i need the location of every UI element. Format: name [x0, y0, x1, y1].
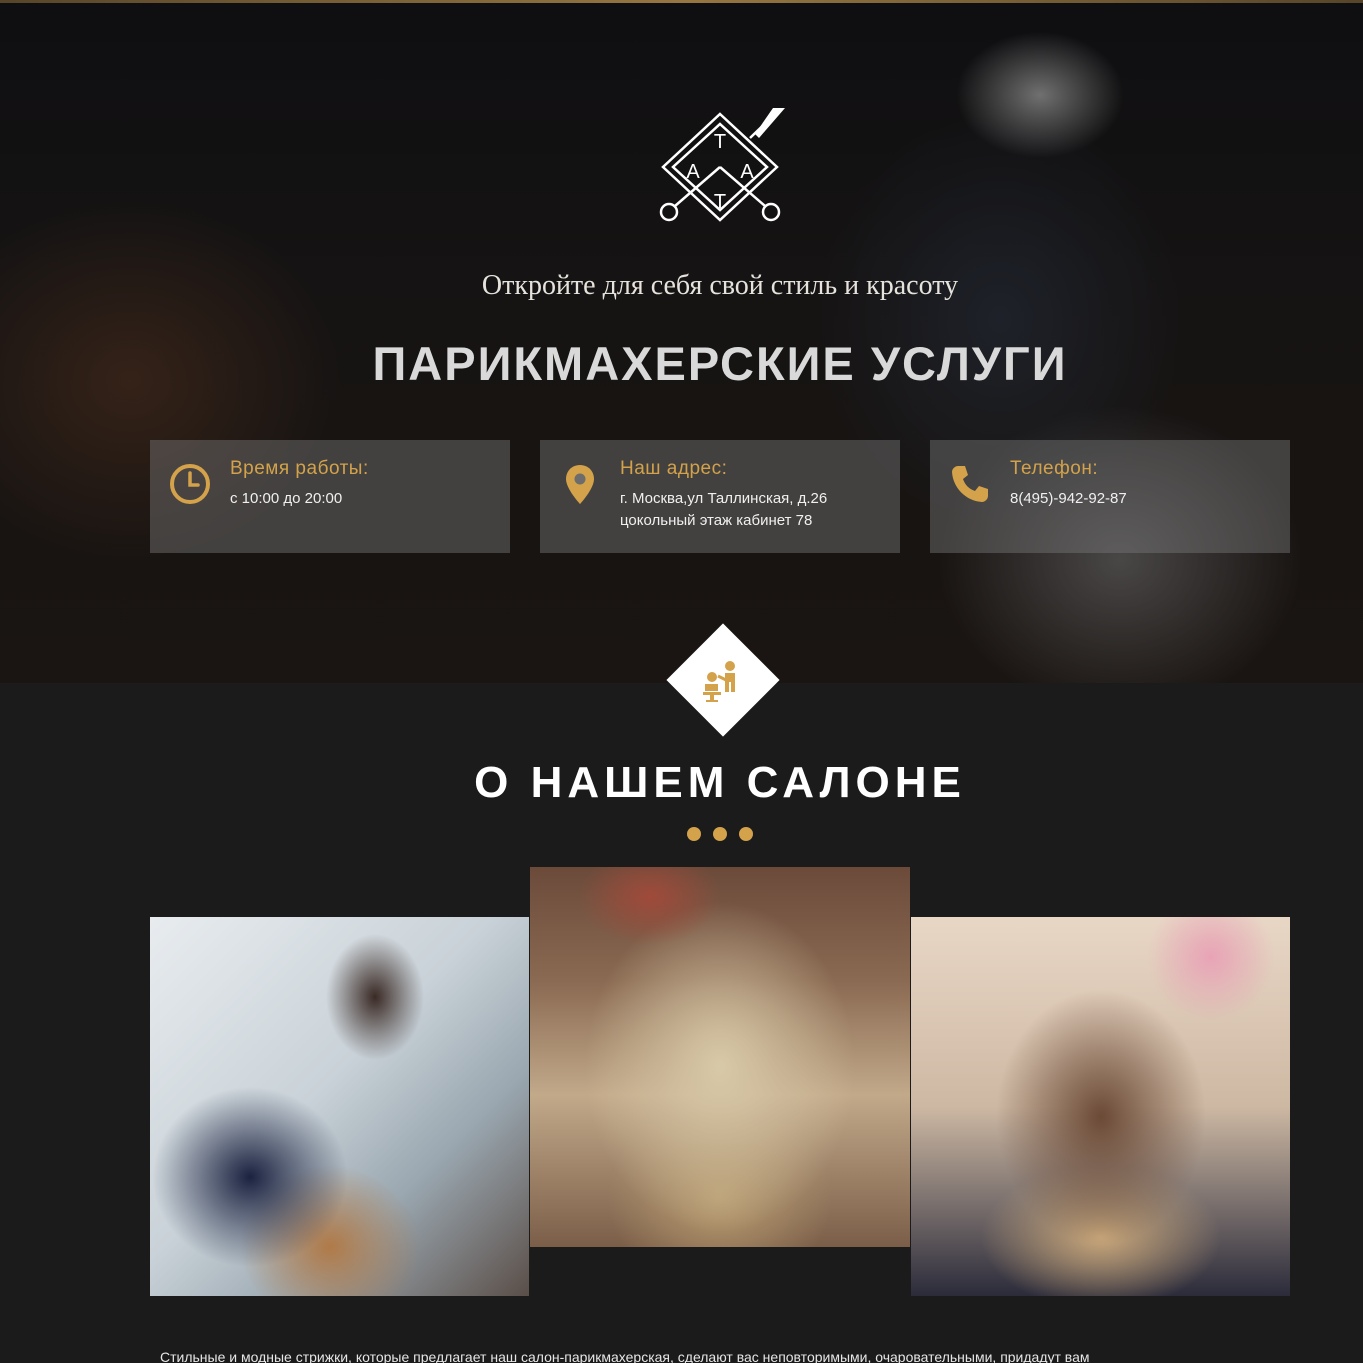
logo-letter-bottom: Т	[714, 191, 726, 213]
info-box-phone: Телефон: 8(495)-942-92-87	[930, 440, 1290, 553]
clock-icon	[170, 464, 210, 504]
divider-dot	[713, 827, 727, 841]
logo-letter-right: А	[740, 161, 754, 183]
logo-letter-left: А	[686, 161, 700, 183]
info-text-address: г. Москва,ул Таллинская, д.26 цокольный …	[620, 488, 827, 532]
info-text-hours: с 10:00 до 20:00	[230, 488, 342, 510]
title-divider-dots	[687, 827, 757, 843]
info-text-phone[interactable]: 8(495)-942-92-87	[1010, 488, 1127, 510]
logo-letter-top: Т	[714, 131, 726, 153]
phone-icon	[952, 466, 988, 502]
divider-dot	[739, 827, 753, 841]
about-section-title: О НАШЕМ САЛОНЕ	[474, 758, 966, 807]
info-line: цокольный этаж кабинет 78	[620, 512, 813, 529]
info-line: с 10:00 до 20:00	[230, 490, 343, 507]
top-accent-line	[0, 0, 1363, 3]
hero-tagline: Откройте для себя свой стиль и красоту	[481, 270, 959, 301]
divider-dot	[687, 827, 701, 841]
gallery-photo-ombre-hair[interactable]	[911, 917, 1290, 1296]
hairdresser-icon	[703, 661, 735, 702]
info-line: г. Москва,ул Таллинская, д.26	[620, 490, 828, 507]
info-box-address: Наш адрес: г. Москва,ул Таллинская, д.26…	[540, 440, 900, 553]
info-title-phone: Телефон:	[1010, 458, 1099, 479]
about-paragraph: Стильные и модные стрижки, которые предл…	[160, 1349, 1090, 1363]
salon-logo[interactable]: Т А А Т	[655, 108, 785, 226]
info-title-address: Наш адрес:	[620, 458, 728, 479]
hero-title: ПАРИКМАХЕРСКИЕ УСЛУГИ	[372, 337, 1068, 390]
phone-number-link[interactable]: 8(495)-942-92-87	[1010, 488, 1127, 510]
info-title-hours: Время работы:	[230, 458, 369, 479]
info-box-hours: Время работы: с 10:00 до 20:00	[150, 440, 510, 553]
map-pin-icon	[566, 465, 594, 504]
gallery-photo-blonde-curls[interactable]	[530, 867, 910, 1247]
hero-section: Т А А Т Откройте для себя свой стиль и к…	[0, 0, 1363, 683]
gallery-photo-hairdresser-at-work[interactable]	[150, 917, 529, 1296]
